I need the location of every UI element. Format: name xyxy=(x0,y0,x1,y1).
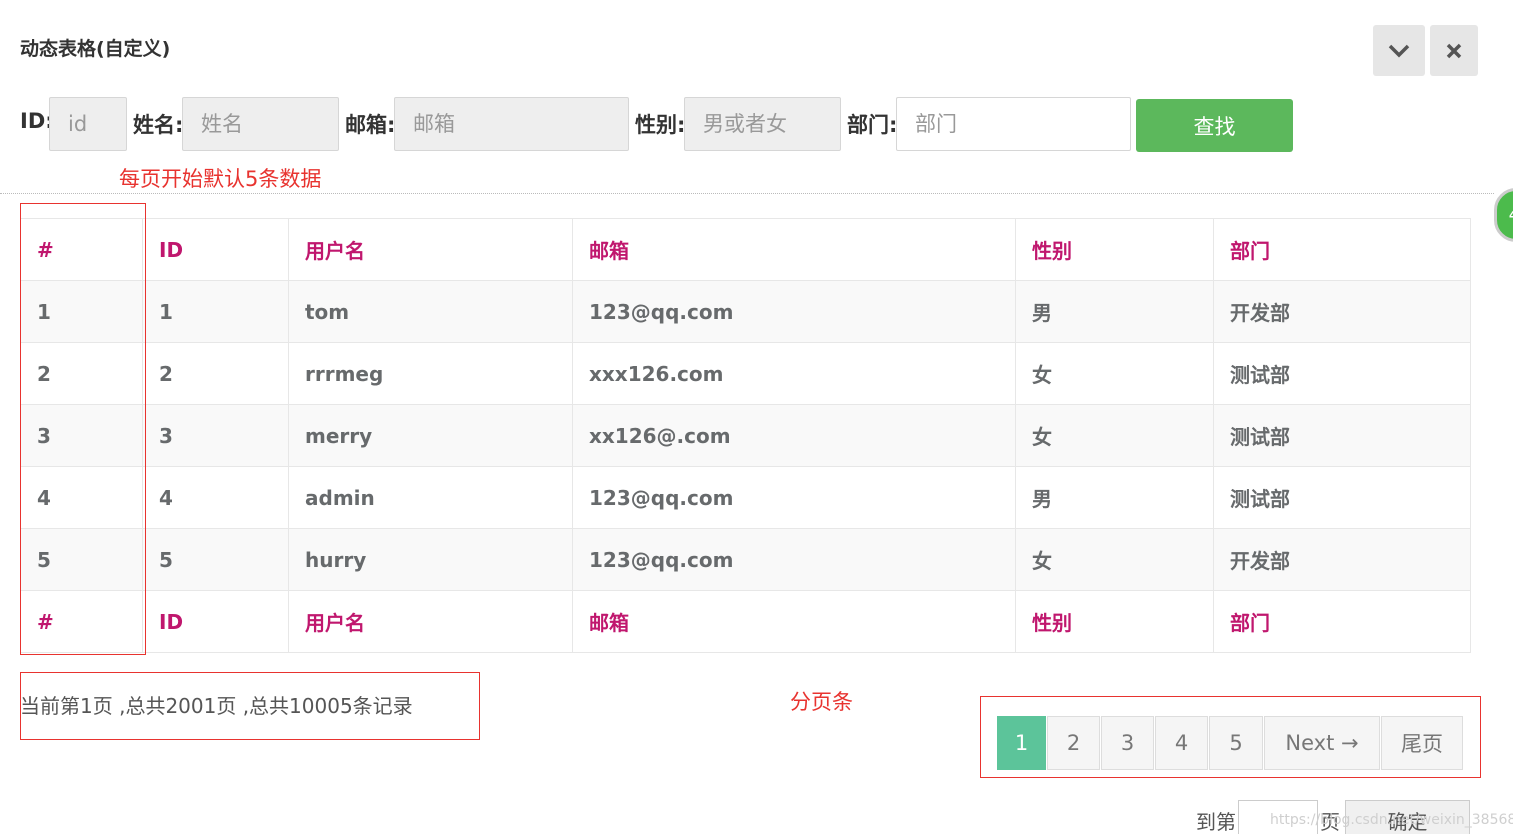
email-label: 邮箱: xyxy=(345,113,396,137)
page-3-button[interactable]: 3 xyxy=(1101,716,1154,770)
find-button[interactable]: 查找 xyxy=(1136,99,1293,152)
id-input[interactable] xyxy=(49,97,127,151)
col-header-gender: 性别 xyxy=(1015,218,1214,281)
page-info: 当前第1页 ,总共2001页 ,总共10005条记录 xyxy=(20,694,413,718)
table-footer-row: # ID 用户名 邮箱 性别 部门 xyxy=(20,590,1471,653)
close-button[interactable] xyxy=(1430,25,1478,76)
pagination-annotation: 分页条 xyxy=(790,690,853,714)
cell-gender: 女 xyxy=(1015,404,1214,467)
cell-dept: 开发部 xyxy=(1213,280,1471,343)
last-page-button[interactable]: 尾页 xyxy=(1381,716,1463,770)
cell-email: 123@qq.com xyxy=(572,528,1016,591)
table-row[interactable]: 2 2 rrrmeg xxx126.com 女 测试部 xyxy=(20,342,1471,405)
table-row[interactable]: 5 5 hurry 123@qq.com 女 开发部 xyxy=(20,528,1471,591)
table-row[interactable]: 1 1 tom 123@qq.com 男 开发部 xyxy=(20,280,1471,343)
watermark: https://blog.csdn.net/weixin_38568503 xyxy=(1270,812,1513,828)
name-input[interactable] xyxy=(182,97,339,151)
col-header-username: 用户名 xyxy=(288,218,573,281)
email-input[interactable] xyxy=(394,97,629,151)
data-table: # ID 用户名 邮箱 性别 部门 1 1 tom 123@qq.com 男 开… xyxy=(20,218,1471,653)
gender-label: 性别: xyxy=(635,113,686,137)
cell-gender: 女 xyxy=(1015,528,1214,591)
cell-id: 2 xyxy=(142,342,289,405)
cell-dept: 开发部 xyxy=(1213,528,1471,591)
divider xyxy=(0,193,1494,194)
panel-title: 动态表格(自定义) xyxy=(20,38,171,60)
cell-id: 4 xyxy=(142,466,289,529)
floating-badge[interactable]: 48 xyxy=(1494,188,1513,242)
col-header-dept: 部门 xyxy=(1213,218,1471,281)
cell-username: admin xyxy=(288,466,573,529)
cell-id: 1 xyxy=(142,280,289,343)
cell-gender: 男 xyxy=(1015,466,1214,529)
gender-input[interactable] xyxy=(684,97,841,151)
cell-email: xxx126.com xyxy=(572,342,1016,405)
chevron-down-icon xyxy=(1388,44,1410,57)
dept-input[interactable] xyxy=(896,97,1131,151)
close-icon xyxy=(1446,43,1462,58)
dept-label: 部门: xyxy=(847,113,898,137)
cell-email: 123@qq.com xyxy=(572,466,1016,529)
cell-dept: 测试部 xyxy=(1213,466,1471,529)
cell-username: hurry xyxy=(288,528,573,591)
cell-email: xx126@.com xyxy=(572,404,1016,467)
col-header-email: 邮箱 xyxy=(572,218,1016,281)
index-column-highlight xyxy=(20,203,146,655)
col-footer-dept: 部门 xyxy=(1213,590,1471,653)
pagination-bar: 1 2 3 4 5 Next → 尾页 xyxy=(997,716,1464,770)
col-header-id: ID xyxy=(142,218,289,281)
page-1-button[interactable]: 1 xyxy=(997,716,1046,770)
cell-username: rrrmeg xyxy=(288,342,573,405)
cell-gender: 女 xyxy=(1015,342,1214,405)
cell-id: 5 xyxy=(142,528,289,591)
cell-email: 123@qq.com xyxy=(572,280,1016,343)
table-row[interactable]: 4 4 admin 123@qq.com 男 测试部 xyxy=(20,466,1471,529)
cell-dept: 测试部 xyxy=(1213,342,1471,405)
jump-prefix: 到第 xyxy=(1196,810,1236,834)
col-footer-username: 用户名 xyxy=(288,590,573,653)
cell-username: tom xyxy=(288,280,573,343)
panel: 动态表格(自定义) ID: 姓名: 邮箱: 性别: 部门: 查找 每页开始默认5… xyxy=(0,6,1513,834)
name-label: 姓名: xyxy=(133,113,184,137)
page-2-button[interactable]: 2 xyxy=(1047,716,1100,770)
default-rows-annotation: 每页开始默认5条数据 xyxy=(119,167,322,191)
collapse-button[interactable] xyxy=(1373,25,1425,76)
col-footer-email: 邮箱 xyxy=(572,590,1016,653)
cell-id: 3 xyxy=(142,404,289,467)
cell-gender: 男 xyxy=(1015,280,1214,343)
table-row[interactable]: 3 3 merry xx126@.com 女 测试部 xyxy=(20,404,1471,467)
cell-dept: 测试部 xyxy=(1213,404,1471,467)
col-footer-gender: 性别 xyxy=(1015,590,1214,653)
page-4-button[interactable]: 4 xyxy=(1155,716,1208,770)
table-header-row: # ID 用户名 邮箱 性别 部门 xyxy=(20,218,1471,281)
cell-username: merry xyxy=(288,404,573,467)
col-footer-id: ID xyxy=(142,590,289,653)
next-page-button[interactable]: Next → xyxy=(1264,716,1380,770)
page-5-button[interactable]: 5 xyxy=(1209,716,1263,770)
